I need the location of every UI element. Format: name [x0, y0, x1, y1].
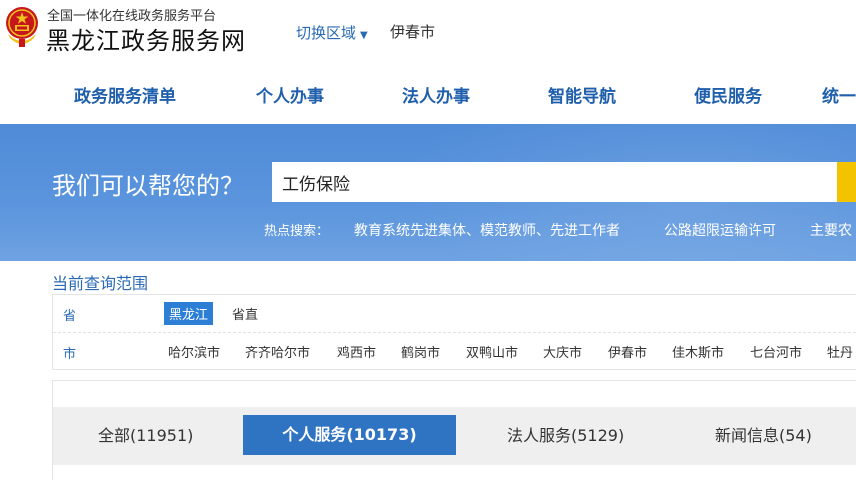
city-item[interactable]: 齐齐哈尔市: [245, 342, 310, 361]
nav-item-convenience[interactable]: 便民服务: [694, 82, 762, 107]
search-input[interactable]: 工伤保险: [272, 162, 842, 202]
search-button[interactable]: [837, 162, 856, 202]
city-label: 市: [63, 347, 77, 362]
city-item[interactable]: 双鸭山市: [466, 342, 518, 361]
city-row: 市 哈尔滨市 齐齐哈尔市 鸡西市 鹤岗市 双鸭山市 大庆市 伊春市 佳木斯市 七…: [53, 333, 856, 371]
city-item[interactable]: 鹤岗市: [401, 342, 440, 361]
province-item-provincial[interactable]: 省直: [232, 304, 258, 323]
site-header: 全国一体化在线政务服务平台 黑龙江政务服务网 切换区域 ▼ 伊春市: [0, 0, 856, 62]
hot-search-item[interactable]: 主要农: [810, 220, 852, 240]
city-item[interactable]: 佳木斯市: [672, 342, 724, 361]
province-row: 省 黑龙江 省直: [53, 295, 856, 333]
platform-title[interactable]: 黑龙江政务服务网: [46, 21, 246, 56]
tab-corporate-service[interactable]: 法人服务(5129): [507, 407, 624, 465]
province-label: 省: [63, 309, 77, 324]
search-input-value: 工伤保险: [282, 175, 350, 195]
nav-item-service-list[interactable]: 政务服务清单: [74, 82, 176, 107]
search-banner: 我们可以帮您的？ 工伤保险 热点搜索： 教育系统先进集体、模范教师、先进工作者 …: [0, 124, 856, 261]
hot-search-item[interactable]: 教育系统先进集体、模范教师、先进工作者: [354, 220, 620, 240]
tab-all[interactable]: 全部(11951): [98, 407, 193, 465]
search-prompt: 我们可以帮您的？: [52, 172, 244, 200]
tab-personal-service[interactable]: 个人服务(10173): [243, 415, 456, 455]
city-item[interactable]: 鸡西市: [337, 342, 376, 361]
tab-news[interactable]: 新闻信息(54): [715, 407, 812, 465]
hot-search-label: 热点搜索：: [264, 224, 330, 239]
scope-title: 当前查询范围: [52, 274, 149, 293]
province-item-heilongjiang[interactable]: 黑龙江: [164, 302, 214, 325]
city-item[interactable]: 哈尔滨市: [168, 342, 220, 361]
nav-item-unified[interactable]: 统一: [822, 82, 856, 107]
caret-down-icon: ▼: [360, 30, 368, 41]
scope-filter: 省 黑龙江 省直 市 哈尔滨市 齐齐哈尔市 鸡西市 鹤岗市 双鸭山市 大庆市 伊…: [52, 294, 856, 370]
city-item[interactable]: 七台河市: [750, 342, 802, 361]
national-emblem-logo: [2, 4, 42, 50]
region-switch-label: 切换区域: [296, 24, 357, 42]
region-switch-button[interactable]: 切换区域 ▼: [296, 22, 368, 43]
result-tabs: 全部(11951) 个人服务(10173) 法人服务(5129) 新闻信息(54…: [53, 407, 856, 465]
city-item[interactable]: 伊春市: [608, 342, 647, 361]
city-item[interactable]: 牡丹: [827, 342, 853, 361]
nav-item-smart-guide[interactable]: 智能导航: [548, 82, 616, 107]
city-item[interactable]: 大庆市: [543, 342, 582, 361]
nav-item-corporate[interactable]: 法人办事: [402, 82, 470, 107]
hot-search-item[interactable]: 公路超限运输许可: [664, 220, 776, 240]
nav-item-personal[interactable]: 个人办事: [256, 82, 324, 107]
main-nav: 政务服务清单 个人办事 法人办事 智能导航 便民服务 统一: [0, 62, 856, 124]
current-region: 伊春市: [390, 23, 436, 41]
